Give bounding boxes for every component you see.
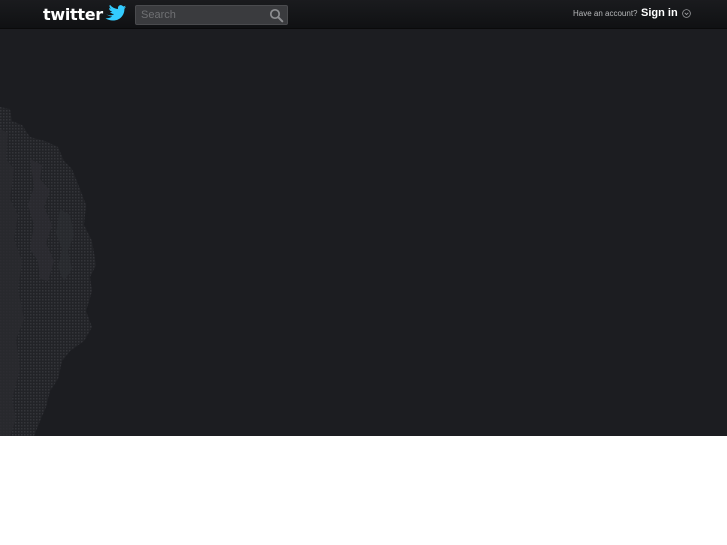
logo-text: twitter: [43, 5, 103, 24]
sign-in-label: Sign in: [641, 7, 678, 19]
chevron-down-circle-icon: [681, 8, 691, 18]
search-box: [135, 5, 288, 25]
twitter-bird-icon: [104, 5, 126, 21]
have-account-text: Have an account?: [573, 9, 638, 18]
background-texture: [0, 107, 96, 436]
background-stage: [0, 29, 727, 436]
search-icon[interactable]: [269, 8, 284, 23]
sign-in-button[interactable]: Sign in: [641, 7, 691, 19]
top-bar: twitter Have an account? Sign in: [0, 0, 727, 29]
twitter-logo[interactable]: twitter: [43, 5, 126, 24]
search-input[interactable]: [136, 6, 264, 24]
